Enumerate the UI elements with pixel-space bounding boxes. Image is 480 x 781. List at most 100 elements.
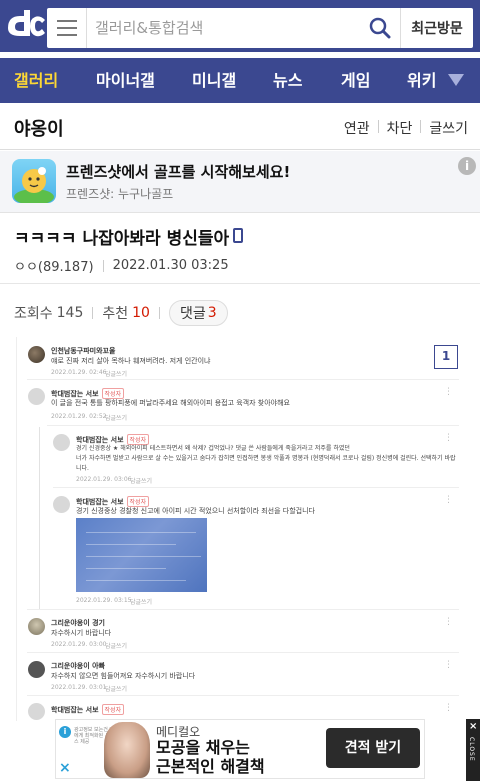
comments-label: 댓글 [179, 306, 206, 322]
hamburger-menu-icon[interactable] [47, 8, 87, 48]
avatar [28, 388, 45, 405]
comment-date: 2022.01.29. 03:00 [51, 641, 107, 648]
more-icon: ⋮ [444, 703, 453, 713]
ad-info-icon[interactable]: i [59, 726, 71, 738]
nav-item-wiki[interactable]: 위키 [407, 58, 436, 103]
reply-link: 답글쓰기 [105, 415, 128, 422]
photo-line [86, 544, 176, 545]
search-bar: 최근방문 [47, 8, 473, 48]
write-link[interactable]: 글쓰기 [429, 118, 468, 138]
bottom-ad-banner[interactable]: i 광고정보 보는건 나에게 최적화된 서비스 제공 × 메디컬오 모공을 채우… [55, 719, 425, 779]
avatar [53, 434, 70, 451]
post-image: 1 인천남동구파미와꼬울 얘로 진짜 저리 살아 목하나 훼져버려라. 저게 인… [16, 337, 468, 721]
search-icon[interactable] [369, 17, 391, 39]
block-link[interactable]: 차단 [387, 118, 413, 138]
avatar [28, 661, 45, 678]
mobile-post-icon [233, 228, 243, 243]
avatar [28, 618, 45, 635]
recommend-count: 10 [132, 305, 150, 321]
comment-date: 2022.01.29. 03:06 [76, 476, 132, 483]
reply-thread-line [39, 427, 40, 609]
nav-item-gallery[interactable]: 갤러리 [14, 58, 58, 103]
comment-count-button[interactable]: 댓글 3 [168, 300, 228, 326]
ad-close-icon[interactable]: × [59, 760, 71, 776]
more-icon: ⋮ [444, 660, 453, 670]
author-badge: 작성자 [101, 704, 125, 715]
ad-info-icon[interactable]: i [458, 157, 476, 175]
comment-date: 2022.01.29. 03:15 [76, 597, 132, 604]
comments-count: 3 [207, 305, 217, 321]
more-icon: ⋮ [444, 387, 453, 397]
reply-link: 답글쓰기 [105, 371, 128, 378]
top-header: 최근방문 [0, 0, 480, 52]
divider [27, 652, 459, 653]
ad-model-image [104, 722, 150, 778]
comment-author: 학대범잡는 서보 작성자 [51, 704, 125, 715]
comment-author: 그리운야옹이 아빠 [51, 662, 105, 670]
main-nav: 갤러리 마이너갤 미니갤 뉴스 게임 위키 [0, 58, 480, 103]
divider [92, 307, 94, 319]
ad-copy-line2: 근본적인 해결책 [156, 757, 265, 776]
comment-author: 그리운야옹이 경기 [51, 619, 105, 627]
divider [27, 379, 459, 380]
photo-line [86, 568, 166, 569]
photo-line [86, 532, 196, 533]
divider [102, 259, 104, 272]
post-stats: 조회수 145 추천 10 댓글 3 [14, 300, 228, 326]
views-count: 145 [56, 305, 84, 321]
divider [27, 609, 459, 610]
reply-link: 답글쓰기 [130, 599, 153, 606]
comment-date: 2022.01.29. 03:01 [51, 684, 107, 691]
divider [158, 307, 160, 319]
gallery-links: 연관 차단 글쓰기 [344, 118, 468, 138]
comment-author-name: 학대범잡는 서보 [76, 436, 124, 444]
nav-item-mini-gallery[interactable]: 미니갤 [192, 58, 236, 103]
nav-item-news[interactable]: 뉴스 [273, 58, 302, 103]
reply-link: 답글쓰기 [105, 686, 128, 693]
ad-cta-button[interactable]: 견적 받기 [326, 728, 420, 768]
comment-text: 경기 신경중상 경찰청 신고에 아이피 시간 적었으니 선처할이라 죄선을 다할… [76, 507, 315, 515]
ad-copy: 모공을 채우는 근본적인 해결책 [156, 738, 265, 776]
nav-expand-arrow-icon[interactable] [448, 74, 464, 86]
divider [53, 487, 459, 488]
friendshot-app-icon [12, 159, 56, 203]
nav-item-minor-gallery[interactable]: 마이너갤 [96, 58, 155, 103]
ad-banner[interactable]: 프렌즈샷에서 골프를 시작해보세요! 프렌즈샷: 누구나골프 [0, 151, 480, 213]
comment-text: 자수하시기 바랍니다 [51, 629, 112, 637]
attached-photo [76, 518, 207, 592]
comment-author: 인천남동구파미와꼬울 [51, 347, 116, 355]
comment-text: 자수하지 않으면 힘들어져요 자수하시기 바랍니다 [51, 672, 196, 680]
avatar [28, 346, 45, 363]
comment-date: 2022.01.29. 02:46 [51, 369, 107, 376]
divider [377, 120, 379, 133]
close-icon[interactable]: × [469, 721, 477, 732]
related-link[interactable]: 연관 [344, 118, 370, 138]
search-input[interactable] [95, 8, 395, 48]
comment-text: 얘로 진짜 저리 살아 목하나 훼져버려라. 저게 인간이냐 [51, 357, 211, 365]
ad-close-strip[interactable]: × CLOSE [466, 719, 480, 781]
comment-text: 이 글을 전국 통틀 팡하피풍에 퍼날라주세요 해외아이피 용접고 육객자 찾아… [51, 399, 290, 407]
dc-logo-icon[interactable] [4, 6, 46, 46]
gallery-title[interactable]: 야옹이 [14, 115, 64, 141]
comment-text-continued: 너가 자수하면 벌받고 사람으로 살 수는 있을거고 숨다가 잡히면 인접하면 … [76, 455, 456, 472]
divider [0, 283, 480, 284]
ad-subtitle: 프렌즈샷: 누구나골프 [66, 187, 174, 201]
reply-link: 답글쓰기 [130, 478, 153, 485]
comment-author-name: 학대범잡는 서보 [51, 706, 99, 714]
ad-copy-line1: 모공을 채우는 [156, 738, 250, 757]
views-label: 조회수 [14, 306, 53, 322]
photo-line [86, 556, 201, 557]
post-title: ㅋㅋㅋㅋ 나잡아봐라 병신들아 [14, 229, 230, 249]
ad-title: 프렌즈샷에서 골프를 시작해보세요! [66, 163, 291, 181]
comment-text: 경기 신경중상 ★ 해외아이피 테스트하면서 왜 삭제? 겁먹었나? 댓글 쓴 … [76, 445, 350, 452]
photo-line [86, 580, 186, 581]
recent-visit-button[interactable]: 최근방문 [400, 8, 473, 48]
page-number-box: 1 [434, 345, 458, 369]
avatar [53, 496, 70, 513]
post-author[interactable]: ㅇㅇ(89.187) [14, 256, 94, 275]
reply-link: 답글쓰기 [105, 643, 128, 650]
comment-author-name: 학대범잡는 서보 [76, 498, 124, 506]
nav-item-game[interactable]: 게임 [341, 58, 370, 103]
post-date: 2022.01.30 03:25 [112, 258, 229, 273]
divider [420, 120, 422, 133]
